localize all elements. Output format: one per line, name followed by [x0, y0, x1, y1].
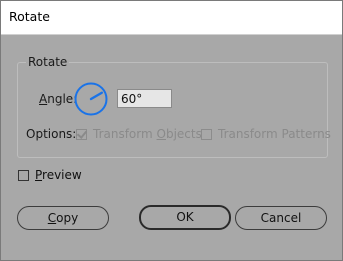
preview-label: Preview [35, 168, 82, 182]
angle-input[interactable] [117, 89, 172, 108]
rotate-dialog: Rotate Rotate Angle: Options: Transform … [0, 0, 343, 261]
dialog-title: Rotate [9, 9, 50, 24]
copy-button-label: opy [56, 211, 79, 225]
options-label: Options: [26, 127, 77, 141]
preview-label-mnemonic: P [35, 168, 43, 182]
angle-label-mnemonic: A [39, 92, 48, 106]
transform-objects-label-post: bjects [165, 127, 202, 141]
copy-button[interactable]: Copy [17, 206, 109, 230]
angle-dial-needle [89, 91, 104, 101]
cancel-button[interactable]: Cancel [235, 206, 327, 230]
preview-checkbox[interactable] [18, 170, 29, 181]
transform-objects-checkbox[interactable] [76, 129, 87, 140]
rotate-group-box [17, 62, 328, 158]
angle-dial-icon[interactable] [73, 81, 109, 117]
transform-patterns-label: Transform Patterns [218, 127, 331, 141]
ok-button[interactable]: OK [139, 205, 231, 230]
transform-objects-label: Transform Objects [93, 127, 202, 141]
title-bar: Rotate [1, 1, 342, 35]
transform-patterns-checkbox[interactable] [201, 129, 212, 140]
copy-button-mnemonic: C [47, 211, 57, 225]
transform-objects-label-mnemonic: O [156, 127, 166, 141]
preview-label-text: review [42, 168, 82, 182]
rotate-group-label: Rotate [26, 55, 70, 69]
transform-objects-label-pre: Transform [93, 127, 157, 141]
angle-label: Angle: [39, 92, 77, 106]
